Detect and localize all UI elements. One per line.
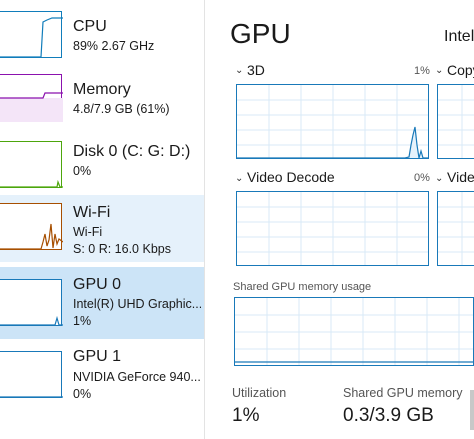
chevron-down-icon[interactable]: ⌄	[435, 65, 443, 76]
gpu1-sparkline	[0, 396, 63, 398]
sidebar-item-title: Wi-Fi	[73, 204, 111, 221]
sidebar-item-cpu[interactable]: CPU 89% 2.67 GHz	[0, 6, 204, 68]
sidebar-item-disk0[interactable]: Disk 0 (C: G: D:) 0%	[0, 131, 204, 193]
sidebar-item-detail: Wi-Fi	[73, 225, 103, 239]
engine-percent: 0%	[414, 172, 430, 184]
pane-divider[interactable]	[204, 0, 205, 439]
sidebar-item-usage: 0%	[73, 387, 92, 401]
cpu-sparkline	[0, 17, 63, 58]
sidebar-item-detail: 0%	[73, 164, 92, 178]
adapter-name: Intel	[444, 28, 474, 45]
engine-percent: 1%	[414, 65, 430, 77]
sidebar-item-detail: Intel(R) UHD Graphic...	[73, 297, 201, 311]
shared-memory-value: 0.3/3.9 GB	[343, 405, 434, 426]
sidebar-item-gpu1[interactable]: GPU 1 NVIDIA GeForce 940... 0%	[0, 341, 204, 411]
engine-graph-copy-svg	[438, 85, 474, 158]
engine-graph-video	[437, 191, 474, 266]
cpu-thumbnail-graph	[0, 11, 63, 58]
sidebar-item-title: Disk 0 (C: G: D:)	[73, 143, 191, 160]
chevron-down-icon[interactable]: ⌄	[235, 65, 243, 76]
engine-graph-copy	[437, 84, 474, 159]
sidebar-item-wifi[interactable]: Wi-Fi Wi-Fi S: 0 R: 16.0 Kbps	[0, 195, 204, 262]
sidebar-item-title: CPU	[73, 18, 107, 35]
memory-sparkline	[0, 92, 63, 122]
sidebar-item-detail: 4.8/7.9 GB (61%)	[73, 102, 170, 116]
sidebar-item-gpu0[interactable]: GPU 0 Intel(R) UHD Graphic... 1%	[0, 267, 204, 339]
gpu0-sparkline	[0, 315, 63, 326]
shared-memory-graph	[234, 297, 474, 366]
utilization-value: 1%	[232, 405, 260, 426]
gpu0-thumbnail-graph	[0, 279, 63, 326]
vertical-scrollbar[interactable]	[470, 390, 474, 430]
disk-thumbnail-graph	[0, 141, 63, 188]
shared-memory-label: Shared GPU memory	[343, 386, 463, 400]
engine-graph-video-decode	[236, 191, 429, 266]
wifi-sparkline	[0, 223, 63, 250]
sidebar-item-title: GPU 1	[73, 348, 122, 365]
gpu1-thumbnail-graph	[0, 351, 63, 398]
engine-selector-video[interactable]: Video	[447, 169, 474, 185]
engine-selector-copy[interactable]: Copy	[447, 62, 474, 78]
shared-memory-graph-label: Shared GPU memory usage	[233, 281, 372, 293]
resource-sidebar: CPU 89% 2.67 GHz Memory 4.8/7.9 GB (61%)…	[0, 0, 204, 439]
engine-selector-video-decode[interactable]: Video Decode	[247, 169, 335, 185]
sidebar-item-detail: NVIDIA GeForce 940...	[73, 370, 201, 384]
disk-sparkline	[0, 179, 63, 188]
engine-graph-video-svg	[438, 192, 474, 265]
sidebar-item-detail: 89% 2.67 GHz	[73, 39, 155, 53]
engine-graph-3d	[236, 84, 429, 159]
page-title: GPU	[230, 18, 291, 49]
sidebar-item-memory[interactable]: Memory 4.8/7.9 GB (61%)	[0, 69, 204, 131]
memory-thumbnail-graph	[0, 74, 63, 122]
chevron-down-icon[interactable]: ⌄	[435, 173, 443, 184]
engine-graph-3d-svg	[237, 85, 428, 158]
utilization-label: Utilization	[232, 386, 287, 400]
chevron-down-icon[interactable]: ⌄	[235, 173, 243, 184]
engine-selector-3d[interactable]: 3D	[247, 62, 265, 78]
wifi-thumbnail-graph	[0, 203, 63, 250]
shared-memory-graph-svg	[235, 298, 473, 365]
sidebar-item-title: Memory	[73, 81, 131, 98]
sidebar-item-title: GPU 0	[73, 276, 122, 293]
sidebar-item-usage: 1%	[73, 314, 92, 328]
sidebar-item-throughput: S: 0 R: 16.0 Kbps	[73, 242, 171, 256]
engine-graph-video-decode-svg	[237, 192, 428, 265]
